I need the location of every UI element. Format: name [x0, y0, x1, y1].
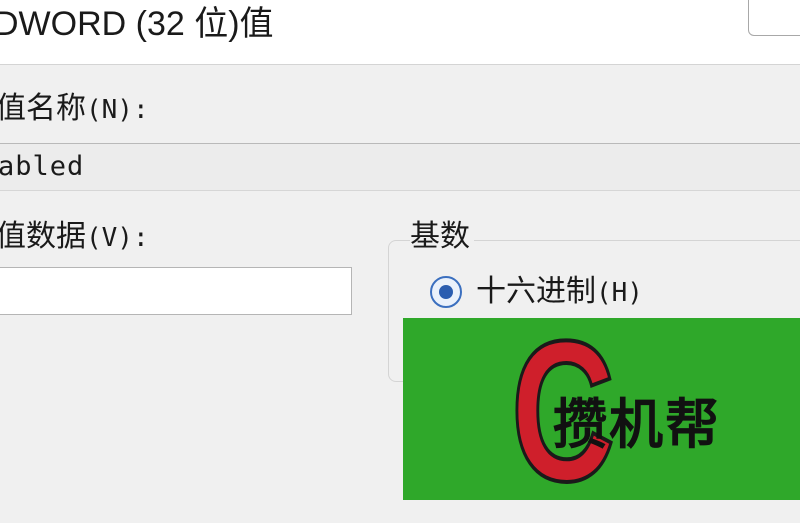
- radio-selected-dot: [439, 285, 453, 299]
- value-data-accelerator: (V):: [86, 223, 149, 253]
- hex-radio-button[interactable]: [430, 276, 462, 308]
- value-name-accelerator: (N):: [86, 95, 149, 125]
- value-name-label: 值名称(N):: [0, 92, 149, 127]
- close-button[interactable]: [748, 0, 800, 36]
- title-bar: DWORD (32 位)值: [0, 0, 800, 65]
- value-data-input[interactable]: [0, 267, 352, 315]
- watermark-text: 攒机帮: [553, 393, 721, 456]
- dialog-title: DWORD (32 位)值: [0, 5, 274, 43]
- watermark-logo: C 攒机帮: [403, 310, 800, 514]
- value-name-label-text: 值名称: [0, 91, 86, 126]
- radix-legend: 基数: [410, 220, 474, 254]
- value-data-label: 值数据(V):: [0, 220, 149, 255]
- value-name-text: abled: [0, 151, 85, 182]
- value-name-field[interactable]: abled: [0, 143, 800, 191]
- value-data-label-text: 值数据: [0, 219, 86, 254]
